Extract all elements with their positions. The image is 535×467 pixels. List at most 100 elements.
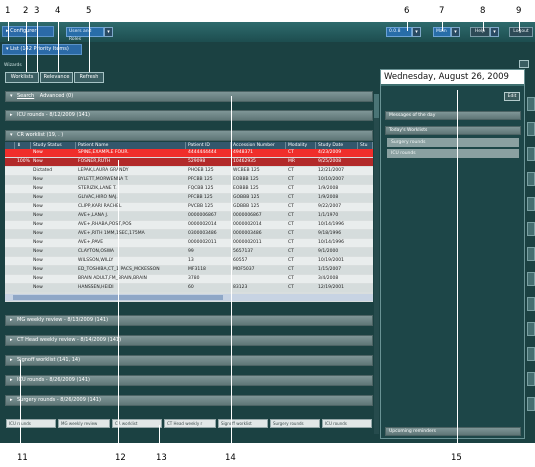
table-row[interactable]: New BRAIN ADULT,FM_BRAIN,BRAIN 3780 CT 3/4/2… bbox=[5, 275, 373, 283]
table-cell bbox=[5, 257, 15, 265]
col-header[interactable]: Accession Number bbox=[231, 142, 286, 149]
table-row[interactable]: New HANSSEN,HEIDI 60 83123 CT 12/19/2001 bbox=[5, 284, 373, 292]
side-tab[interactable] bbox=[527, 272, 535, 286]
table-row[interactable]: New STERIZIK,LANE T. FQCBB 125 EOBBB 125 CT 1… bbox=[5, 185, 373, 193]
callout-12: 12 bbox=[115, 453, 126, 463]
messages-section[interactable]: Messages of the day bbox=[385, 111, 521, 120]
signoff-section[interactable]: ▸ Signoff worklist (141, 14) bbox=[5, 355, 373, 366]
side-tab[interactable] bbox=[527, 247, 535, 261]
side-tab[interactable] bbox=[527, 222, 535, 236]
side-tab[interactable] bbox=[527, 372, 535, 386]
counter-field[interactable]: 0.0.8 bbox=[386, 27, 412, 37]
col-header[interactable] bbox=[5, 142, 15, 149]
search-bar[interactable]: ▾ Search Advanced (0) bbox=[5, 91, 373, 102]
table-cell: WCBEB 125 bbox=[233, 168, 260, 173]
refresh-tab[interactable]: Refresh bbox=[74, 72, 104, 83]
main-dropdown-icon[interactable]: ▾ bbox=[451, 27, 460, 37]
col-header[interactable]: Stu bbox=[358, 142, 373, 149]
side-tab[interactable] bbox=[527, 322, 535, 336]
col-header-arrow[interactable]: ⬇ bbox=[15, 142, 31, 149]
table-cell bbox=[5, 248, 15, 256]
scroll-thumb[interactable] bbox=[374, 94, 379, 118]
callout-line bbox=[519, 17, 520, 31]
ct-head-section[interactable]: ▸ CT Head weekly review - 8/14/2009 (141) bbox=[5, 335, 373, 346]
side-tab[interactable] bbox=[527, 397, 535, 411]
table-row[interactable]: New AVE+,RITH 1MM,1SEC,175MA 0300003486 000… bbox=[5, 230, 373, 238]
bottom-tab-icu-2[interactable]: ICU rounds bbox=[322, 419, 372, 428]
table-row[interactable]: New BYLETT,MORWENNA T. PFCBB 125 EOBBB 125 C… bbox=[5, 176, 373, 184]
table-cell: CT bbox=[288, 240, 294, 245]
table-cell: CT bbox=[288, 168, 294, 173]
col-header[interactable]: Patient ID bbox=[186, 142, 231, 149]
table-row[interactable]: New ED_TOSHIBA,CT_1 PACS_MCKESSON MF3118 MO… bbox=[5, 266, 373, 274]
table-cell bbox=[15, 203, 31, 211]
bottom-tab-mg[interactable]: MG weekly review bbox=[58, 419, 110, 428]
bottom-tab-icu[interactable]: ICU rounds bbox=[6, 419, 56, 428]
col-header[interactable]: Patient Name bbox=[76, 142, 186, 149]
edit-button[interactable]: Edit bbox=[504, 92, 520, 101]
table-cell: AVE+,PAVE bbox=[78, 240, 104, 245]
surgery-rounds-section[interactable]: ▸ Surgery rounds - 8/26/2009 (141) bbox=[5, 395, 373, 406]
callout-4: 4 bbox=[55, 6, 61, 16]
icu-rounds-top-section[interactable]: ▸ ICU rounds - 8/12/2009 (141) bbox=[5, 110, 373, 121]
table-cell: CT bbox=[288, 186, 294, 191]
side-tab[interactable] bbox=[527, 97, 535, 111]
table-cell bbox=[5, 284, 15, 292]
table-row[interactable]: New GLIVAC,HIRO NAJ. PFCBB 125 GOBBB 125 CT 1… bbox=[5, 194, 373, 202]
worklists-tab[interactable]: Worklists bbox=[5, 72, 39, 83]
table-cell: 0000002014 bbox=[233, 222, 262, 227]
table-row[interactable]: New AVE+,PAVE 0000002011 0000002011 CT 10/14/… bbox=[5, 239, 373, 247]
side-tab[interactable] bbox=[527, 147, 535, 161]
counter-dropdown-icon[interactable]: ▾ bbox=[412, 27, 421, 37]
configurer-button[interactable]: ▸ Configurer bbox=[2, 26, 54, 37]
logout-button[interactable]: Logout bbox=[509, 27, 533, 37]
relevance-tab[interactable]: Relevance bbox=[40, 72, 73, 83]
today-item-icu[interactable]: ICU rounds bbox=[387, 149, 519, 158]
side-tab[interactable] bbox=[527, 122, 535, 136]
icu-rounds-section[interactable]: ▸ ICU rounds - 8/26/2009 (141) bbox=[5, 375, 373, 386]
table-row[interactable]: 100% New FOSNER,RUTH 529098 10462935 MR 9/25/2… bbox=[5, 158, 373, 166]
table-cell bbox=[5, 230, 15, 238]
table-row[interactable]: New SPINE,EXAMPLE FOUR. 4444444444 4948371 C… bbox=[5, 149, 373, 157]
mg-weekly-section[interactable]: ▸ MG weekly review - 8/13/2009 (141) bbox=[5, 315, 373, 326]
col-header[interactable]: Study Date bbox=[316, 142, 358, 149]
col-header[interactable]: Study Status bbox=[31, 142, 76, 149]
col-header[interactable]: Modality bbox=[286, 142, 316, 149]
table-row[interactable]: New CLAYTON,OSWA 99 5657137 CT 9/1/2000 bbox=[5, 248, 373, 256]
main-vertical-scrollbar[interactable] bbox=[374, 94, 379, 434]
section-title: CR worklist (19, . ) bbox=[17, 132, 64, 138]
side-tab[interactable] bbox=[527, 197, 535, 211]
upcoming-reminders-section[interactable]: Upcoming reminders bbox=[385, 427, 521, 436]
table-cell: SPINE,EXAMPLE FOUR. bbox=[78, 150, 129, 155]
list-priority-bar[interactable]: ▾ List (142 Priority Items) bbox=[2, 44, 82, 55]
users-roles-dropdown-icon[interactable]: ▾ bbox=[104, 27, 113, 37]
help-dropdown-icon[interactable]: ▾ bbox=[490, 27, 499, 37]
right-panel: Wednesday, August 26, 2009 Edit Messages… bbox=[380, 69, 525, 439]
table-cell: 3780 bbox=[188, 276, 200, 281]
table-row[interactable]: New WILSSON,WILLY 13 60557 CT 10/19/2001 bbox=[5, 257, 373, 265]
bottom-tab-surgery[interactable]: Surgery rounds bbox=[270, 419, 320, 428]
cr-worklist-section[interactable]: ▾ CR worklist (19, . ) bbox=[5, 130, 373, 141]
callout-line bbox=[483, 17, 484, 31]
bottom-tab-signoff[interactable]: Signoff worklist bbox=[218, 419, 268, 428]
todays-worklists-section[interactable]: Today's Worklists bbox=[385, 126, 521, 135]
bottom-tab-ct[interactable]: CT Head weekly r bbox=[164, 419, 216, 428]
table-cell: New bbox=[33, 222, 43, 227]
top-toolbar: ▸ Configurer Users and Roles ▾ 0.0.8 ▾ M… bbox=[0, 22, 535, 42]
table-row[interactable]: New AVE+,RHABA,POST,POS 0000002014 00000020… bbox=[5, 221, 373, 229]
table-row[interactable]: New CLIPP,KARI RACHEL PVCBB 125 GDBBB 125 CT… bbox=[5, 203, 373, 211]
advanced-link[interactable]: Advanced (0) bbox=[40, 93, 73, 99]
help-button[interactable]: Help bbox=[470, 27, 490, 37]
side-tab[interactable] bbox=[527, 347, 535, 361]
table-cell bbox=[15, 194, 31, 202]
side-tab[interactable] bbox=[527, 172, 535, 186]
today-item-surgery[interactable]: Surgery rounds bbox=[387, 138, 519, 147]
users-roles-select[interactable]: Users and Roles bbox=[66, 27, 104, 42]
collapse-icon[interactable] bbox=[519, 60, 529, 68]
side-tab[interactable] bbox=[527, 297, 535, 311]
horizontal-scrollbar[interactable] bbox=[5, 294, 373, 301]
table-row[interactable]: New AVE+,LANA J. 0000006867 0000006867 CT 1/1… bbox=[5, 212, 373, 220]
search-link[interactable]: Search bbox=[17, 93, 34, 99]
table-row[interactable]: Dictated LEPAK,LAURA GRANDY PHOEB 125 WCBEB… bbox=[5, 167, 373, 175]
bottom-tab-cr[interactable]: CR worklist bbox=[112, 419, 162, 428]
